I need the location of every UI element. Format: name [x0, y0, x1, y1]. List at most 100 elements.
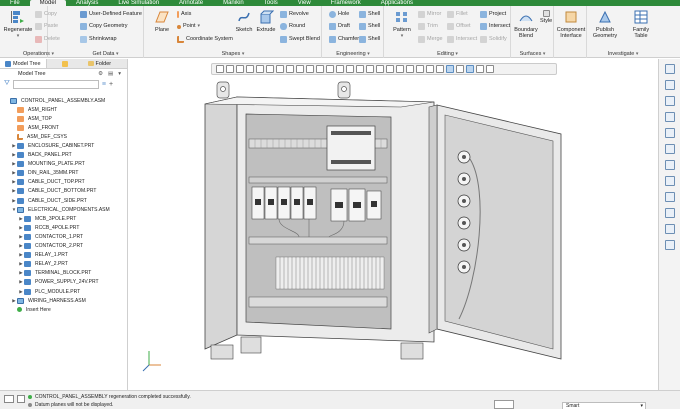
tree-node[interactable]: ASM_TOP	[0, 114, 127, 123]
measure-tool-icon[interactable]	[664, 176, 675, 186]
shell-button-2[interactable]: Shell	[359, 23, 380, 30]
tree-node[interactable]: ▶ RELAY_1.PRT	[0, 251, 127, 260]
tree-node[interactable]: ▶ TERMINAL_BLOCK.PRT	[0, 269, 127, 278]
publish-geometry-button[interactable]: Publish Geometry	[590, 9, 620, 39]
layers-tool-icon[interactable]	[664, 144, 675, 154]
draft-button[interactable]: Draft	[329, 23, 350, 30]
appearance-tool-icon[interactable]	[664, 160, 675, 170]
shrinkwrap-button[interactable]: Shrinkwrap	[80, 36, 117, 43]
boundary-blend-button[interactable]: Boundary Blend	[512, 9, 540, 39]
graphics-viewport[interactable]	[129, 59, 657, 390]
fillet-button[interactable]: Fillet	[447, 11, 468, 18]
tree-node[interactable]: ▶ POWER_SUPPLY_24V.PRT	[0, 278, 127, 287]
tree-node[interactable]: ▶ ENCLOSURE_CABINET.PRT	[0, 141, 127, 150]
round-button[interactable]: Round	[280, 23, 305, 30]
shell-label-2: Shell	[368, 23, 381, 29]
style-button[interactable]: Style	[540, 10, 552, 25]
tree-node[interactable]: ▼ ELECTRICAL_COMPONENTS.ASM	[0, 205, 127, 214]
prt-icon	[24, 215, 31, 222]
tree-search-input[interactable]	[12, 79, 99, 89]
offset-button[interactable]: Offset	[447, 23, 471, 30]
tab-model-tree[interactable]: Model Tree	[0, 59, 47, 68]
copy-geometry-button[interactable]: Copy Geometry	[80, 23, 128, 30]
regenerate-button[interactable]: Regenerate ▾	[3, 9, 33, 39]
zoom-icon[interactable]	[664, 96, 675, 106]
filter-settings-icon[interactable]: ≡	[102, 81, 106, 88]
add-column-icon[interactable]: +	[109, 81, 113, 88]
point-button[interactable]: Point ▾	[177, 23, 200, 30]
tree-show-icon[interactable]: ▤	[108, 71, 113, 77]
tree-node[interactable]: Insert Here	[0, 305, 127, 314]
creo-window: File Model Analysis Live Simulation Annotate…	[0, 0, 680, 409]
udf-button[interactable]: User-Defined Feature	[80, 11, 142, 18]
editing-group-title[interactable]: Editing ▾	[385, 51, 510, 57]
tree-settings-icon[interactable]: ⚙	[98, 71, 103, 77]
project-button[interactable]: Project	[480, 11, 506, 18]
delete-button[interactable]: Delete	[35, 36, 60, 43]
tree-node[interactable]: ▶ RELAY_2.PRT	[0, 260, 127, 269]
tree-node[interactable]: ▶ CABLE_DUCT_BOTTOM.PRT	[0, 187, 127, 196]
tree-node[interactable]: ▶ CONTACTOR_1.PRT	[0, 232, 127, 241]
tree-menu-icon[interactable]: ▾	[118, 71, 121, 77]
navigator-toggle-icon[interactable]	[4, 395, 14, 403]
browser-toggle-icon[interactable]	[17, 395, 25, 403]
info-icon[interactable]	[664, 208, 675, 218]
swept-blend-button[interactable]: Swept Blend	[280, 36, 320, 43]
surfaces-group-title[interactable]: Surfaces ▾	[512, 51, 553, 57]
get-data-group-title[interactable]: Get Data ▾	[68, 51, 143, 57]
intersect-button[interactable]: Intersect	[447, 36, 477, 43]
paint-icon[interactable]	[664, 192, 675, 202]
line-icon[interactable]	[664, 112, 675, 122]
tab-folder[interactable]: Folder	[83, 59, 117, 68]
rib-shell-button[interactable]: Shell	[359, 36, 380, 43]
family-table-button[interactable]: Family Table	[626, 9, 656, 39]
merge-button[interactable]: Merge	[418, 36, 443, 43]
cabinet-model[interactable]	[129, 59, 657, 390]
investigate-group-title[interactable]: Investigate ▾	[588, 51, 658, 57]
intersect2-button[interactable]: Intersect	[480, 23, 510, 30]
more-tools-icon[interactable]	[664, 240, 675, 250]
copy-button[interactable]: Copy	[35, 11, 57, 18]
hole-button[interactable]: Hole	[329, 11, 349, 18]
chamfer-button[interactable]: Chamfer	[329, 36, 359, 43]
solidify-button[interactable]: Solidify	[480, 36, 507, 43]
tree-node[interactable]: ▶ CONTACTOR_2.PRT	[0, 242, 127, 251]
mirror-button[interactable]: Mirror	[418, 11, 441, 18]
tab-layers[interactable]	[47, 59, 83, 68]
point-tool-icon[interactable]	[664, 128, 675, 138]
status-line-2: Datum planes will not be displayed.	[35, 402, 114, 408]
tree-node[interactable]: ▶ MOUNTING_PLATE.PRT	[0, 160, 127, 169]
shell-button[interactable]: Shell	[359, 11, 380, 18]
settings-icon[interactable]	[664, 224, 675, 234]
filter-icon[interactable]: ⛛	[4, 80, 10, 88]
tree-node[interactable]: ASM_FRONT	[0, 123, 127, 132]
plane-button[interactable]: Plane	[147, 9, 177, 33]
tree-node[interactable]: ▶ MCB_3POLE.PRT	[0, 214, 127, 223]
tree-node[interactable]: ASM_DEF_CSYS	[0, 132, 127, 141]
tree-node[interactable]: ▶ PLC_MODULE.PRT	[0, 287, 127, 296]
tree-node[interactable]: ▶ BACK_PANEL.PRT	[0, 151, 127, 160]
select-icon[interactable]	[664, 80, 675, 90]
tree-node[interactable]: ▶ CABLE_DUCT_SIDE.PRT	[0, 196, 127, 205]
extrude-button[interactable]: Extrude	[251, 9, 281, 33]
tree-node[interactable]: CONTROL_PANEL_ASSEMBLY.ASM	[0, 96, 127, 105]
selection-count-icon[interactable]	[494, 400, 514, 409]
tree-node[interactable]: ▶ WIRING_HARNESS.ASM	[0, 296, 127, 305]
component-interface-button[interactable]: Component Interface	[556, 9, 586, 39]
csys-button[interactable]: Coordinate System	[177, 36, 233, 43]
engineering-group-title[interactable]: Engineering ▾	[323, 51, 383, 57]
tree-node[interactable]: ▶ CABLE_DUCT_TOP.PRT	[0, 178, 127, 187]
tree-node[interactable]: ▶ DIN_RAIL_35MM.PRT	[0, 169, 127, 178]
copy-geometry-icon	[80, 23, 87, 30]
sketch-view-icon[interactable]	[664, 64, 675, 74]
pattern-button[interactable]: Pattern ▾	[387, 9, 417, 39]
trim-button[interactable]: Trim	[418, 23, 438, 30]
operations-group-title[interactable]: Operations ▾	[10, 51, 67, 57]
paste-button[interactable]: Paste	[35, 23, 58, 30]
tree-node[interactable]: ASM_RIGHT	[0, 105, 127, 114]
tree-node[interactable]: ▶ RCCB_4POLE.PRT	[0, 223, 127, 232]
shapes-group-title[interactable]: Shapes ▾	[145, 51, 321, 57]
selection-filter[interactable]: Smart ▾	[562, 402, 646, 409]
axis-button[interactable]: Axis	[177, 11, 191, 18]
revolve-button[interactable]: Revolve	[280, 11, 309, 18]
